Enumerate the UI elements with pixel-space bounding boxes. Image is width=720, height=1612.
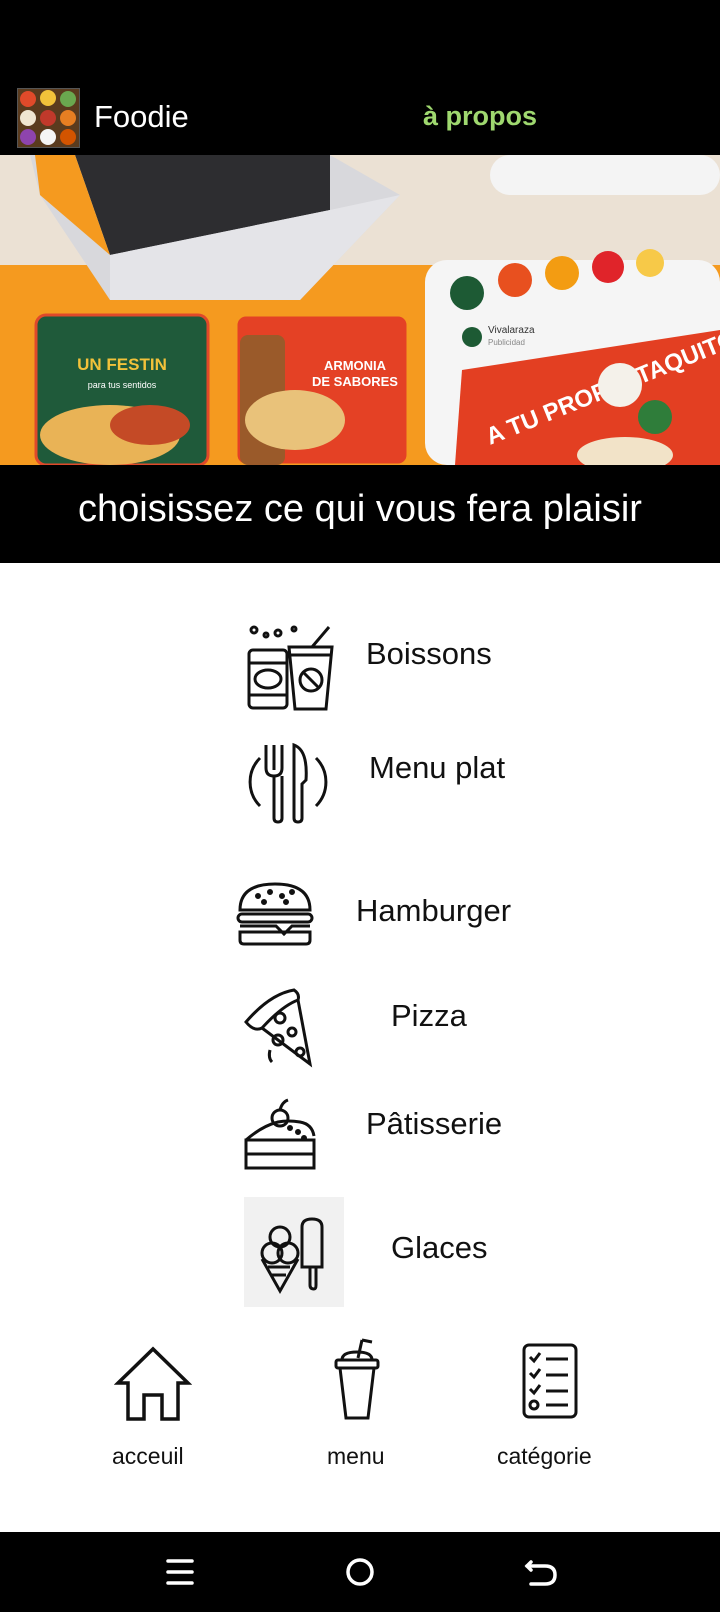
nav-menu[interactable]: menu xyxy=(310,1335,400,1470)
cake-icon xyxy=(242,1096,318,1177)
nav-acceuil[interactable]: acceuil xyxy=(100,1335,210,1470)
back-icon[interactable] xyxy=(521,1552,561,1592)
category-label: Glaces xyxy=(391,1230,488,1265)
phone-handle: Vivalaraza xyxy=(488,325,535,336)
checklist-icon xyxy=(520,1343,580,1426)
ice-cream-icon xyxy=(244,1197,344,1307)
app-logo xyxy=(17,88,80,148)
pizza-icon xyxy=(242,988,318,1073)
promo-banner: UN FESTIN para tus sentidos ARMONIA DE S… xyxy=(0,155,720,465)
nav-label: menu xyxy=(327,1443,385,1469)
burger-icon xyxy=(236,882,314,951)
category-label: Pizza xyxy=(391,998,467,1033)
category-boissons[interactable]: Boissons xyxy=(230,620,530,715)
drinks-icon xyxy=(244,625,334,718)
card1-sub: para tus sentidos xyxy=(88,380,157,390)
app-title: Foodie xyxy=(94,99,189,134)
category-pizza[interactable]: Pizza xyxy=(230,982,530,1068)
category-label: Boissons xyxy=(366,636,492,671)
about-link[interactable]: à propos xyxy=(423,101,537,132)
nav-label: catégorie xyxy=(497,1443,592,1469)
category-label: Hamburger xyxy=(356,893,512,928)
category-hamburger[interactable]: Hamburger xyxy=(230,872,530,952)
home-circle-icon[interactable] xyxy=(340,1552,380,1592)
card2-title2: DE SABORES xyxy=(312,374,398,389)
category-glaces[interactable]: Glaces xyxy=(230,1195,530,1310)
home-icon xyxy=(113,1345,193,1426)
cup-icon xyxy=(332,1338,382,1427)
cutlery-icon xyxy=(248,740,328,829)
nav-label: acceuil xyxy=(112,1443,184,1469)
card1-title: UN FESTIN xyxy=(77,355,167,374)
card2-title1: ARMONIA xyxy=(324,358,387,373)
menu-lines-icon[interactable] xyxy=(160,1552,200,1592)
status-bar xyxy=(0,0,720,80)
category-label: Menu plat xyxy=(369,750,506,785)
nav-categorie[interactable]: catégorie xyxy=(490,1335,610,1470)
category-menu-plat[interactable]: Menu plat xyxy=(230,738,530,828)
category-label: Pâtisserie xyxy=(366,1106,503,1141)
tagline: choisissez ce qui vous fera plaisir xyxy=(78,488,642,530)
category-patisserie[interactable]: Pâtisserie xyxy=(230,1092,530,1172)
phone-sub: Publicidad xyxy=(488,338,525,347)
